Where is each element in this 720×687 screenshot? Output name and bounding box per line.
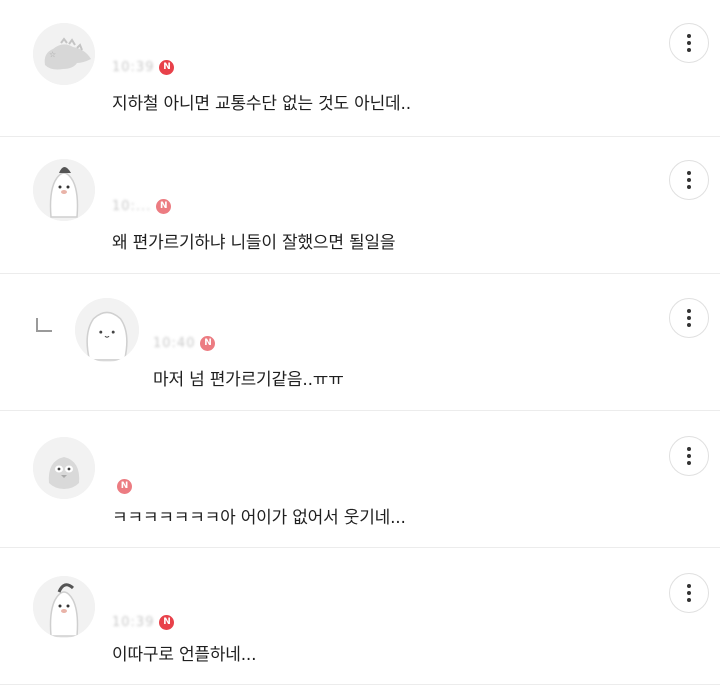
more-vertical-icon bbox=[687, 309, 691, 327]
dinosaur-avatar-icon: ☆ bbox=[33, 23, 95, 85]
reply-indicator-icon bbox=[36, 318, 52, 332]
comment-meta: N bbox=[112, 477, 132, 495]
comment-meta: 10:40 N bbox=[153, 334, 216, 352]
more-options-button[interactable] bbox=[669, 160, 709, 200]
comment-text: 왜 편가르기하냐 니들이 잘했으면 될일을 bbox=[112, 233, 396, 253]
more-vertical-icon bbox=[687, 34, 691, 52]
avatar[interactable] bbox=[33, 159, 95, 221]
comment-text: ㅋㅋㅋㅋㅋㅋㅋ아 어이가 없어서 웃기네... bbox=[112, 508, 406, 528]
penguin-avatar-icon bbox=[33, 159, 95, 221]
penguin-avatar-icon bbox=[33, 576, 95, 638]
avatar[interactable]: ☆ bbox=[33, 23, 95, 85]
comment-text: 이따구로 언플하네... bbox=[112, 645, 257, 665]
avatar[interactable] bbox=[75, 298, 139, 362]
new-badge: N bbox=[200, 335, 216, 351]
comment-meta: 10:39 N bbox=[112, 613, 175, 631]
more-vertical-icon bbox=[687, 447, 691, 465]
more-options-button[interactable] bbox=[669, 23, 709, 63]
comment-item: 10:... N 왜 편가르기하냐 니들이 잘했으면 될일을 bbox=[0, 137, 720, 274]
chick-avatar-icon bbox=[33, 437, 95, 499]
comment-item: 10:39 N 이따구로 언플하네... bbox=[0, 548, 720, 685]
more-vertical-icon bbox=[687, 171, 691, 189]
timestamp: 10:39 bbox=[112, 59, 155, 75]
timestamp: 10:39 bbox=[112, 614, 155, 630]
avatar[interactable] bbox=[33, 437, 95, 499]
svg-text:☆: ☆ bbox=[49, 50, 56, 59]
blob-character-avatar-icon bbox=[75, 298, 139, 362]
more-vertical-icon bbox=[687, 584, 691, 602]
comment-text: 지하철 아니면 교통수단 없는 것도 아닌데.. bbox=[112, 94, 411, 114]
avatar[interactable] bbox=[33, 576, 95, 638]
new-badge: N bbox=[117, 478, 132, 494]
more-options-button[interactable] bbox=[669, 436, 709, 476]
more-options-button[interactable] bbox=[669, 298, 709, 338]
new-badge: N bbox=[159, 614, 175, 630]
comment-meta: 10:... N bbox=[112, 197, 172, 215]
comment-text: 마저 넘 편가르기같음..ㅠㅠ bbox=[153, 370, 344, 390]
comment-item: 10:40 N 마저 넘 편가르기같음..ㅠㅠ bbox=[0, 274, 720, 411]
comment-item: N ㅋㅋㅋㅋㅋㅋㅋ아 어이가 없어서 웃기네... bbox=[0, 411, 720, 548]
comment-item: ☆ 10:39 N 지하철 아니면 교통수단 없는 것도 아닌데.. bbox=[0, 0, 720, 137]
more-options-button[interactable] bbox=[669, 573, 709, 613]
timestamp: 10:40 bbox=[153, 335, 196, 351]
new-badge: N bbox=[159, 59, 175, 75]
new-badge: N bbox=[156, 198, 172, 214]
timestamp: 10:... bbox=[112, 198, 152, 214]
comment-meta: 10:39 N bbox=[112, 58, 175, 76]
